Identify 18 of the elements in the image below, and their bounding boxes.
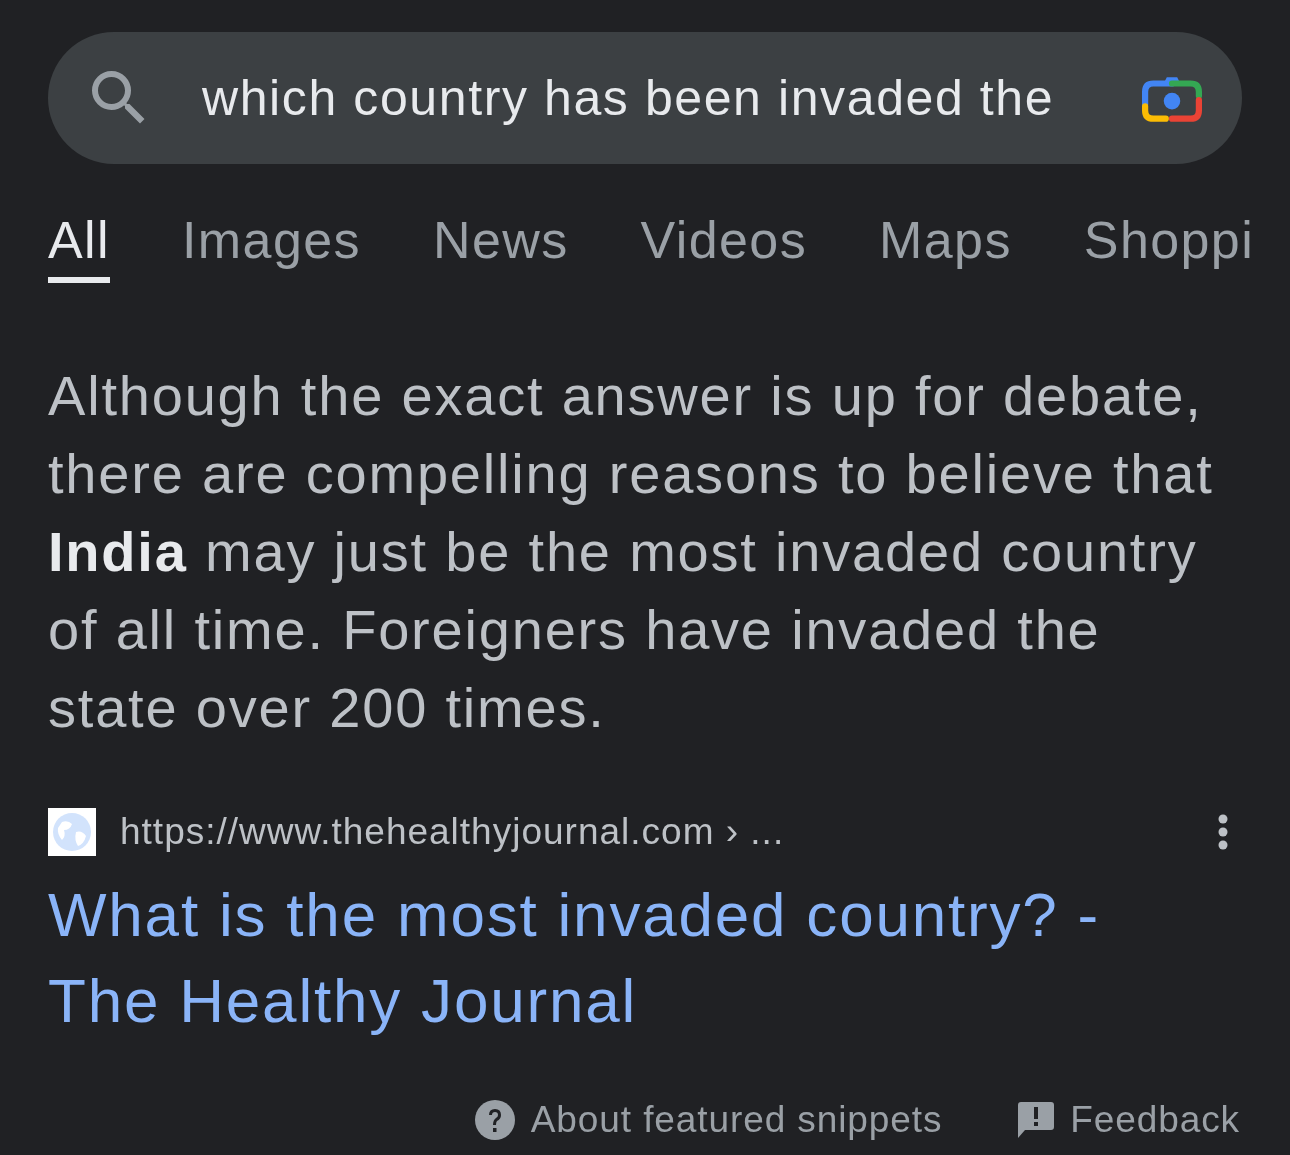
result-url[interactable]: https://www.thehealthyjournal.com › ...	[120, 811, 1218, 853]
tab[interactable]: Videos	[640, 210, 808, 283]
tab[interactable]: News	[432, 210, 569, 283]
snippet-text: Although the exact answer is up for debate, there are compelling reasons to believe that India may just be the most invaded country of all time. Foreigners have invaded the state over 200 times.	[48, 363, 1215, 741]
footer-link[interactable]: About featured snippets	[530, 1096, 943, 1144]
search-query[interactable]: which country has been invaded the	[202, 69, 1142, 127]
footer-link[interactable]: Feedback	[1070, 1096, 1240, 1144]
help-icon	[474, 1100, 515, 1140]
tab[interactable]: Shoppi	[1083, 210, 1255, 283]
result-title-link[interactable]: What is the most invaded country? - The Healthy Journal	[48, 872, 1178, 1044]
search-bar[interactable]: which country has been invaded the	[48, 32, 1242, 164]
tab[interactable]: All	[48, 210, 110, 283]
search-icon	[92, 71, 146, 125]
tab[interactable]: Maps	[879, 210, 1012, 283]
more-options-icon[interactable]	[1218, 814, 1228, 850]
tab[interactable]: Images	[182, 210, 361, 283]
feedback-icon	[1018, 1102, 1055, 1138]
globe-icon	[48, 808, 96, 856]
